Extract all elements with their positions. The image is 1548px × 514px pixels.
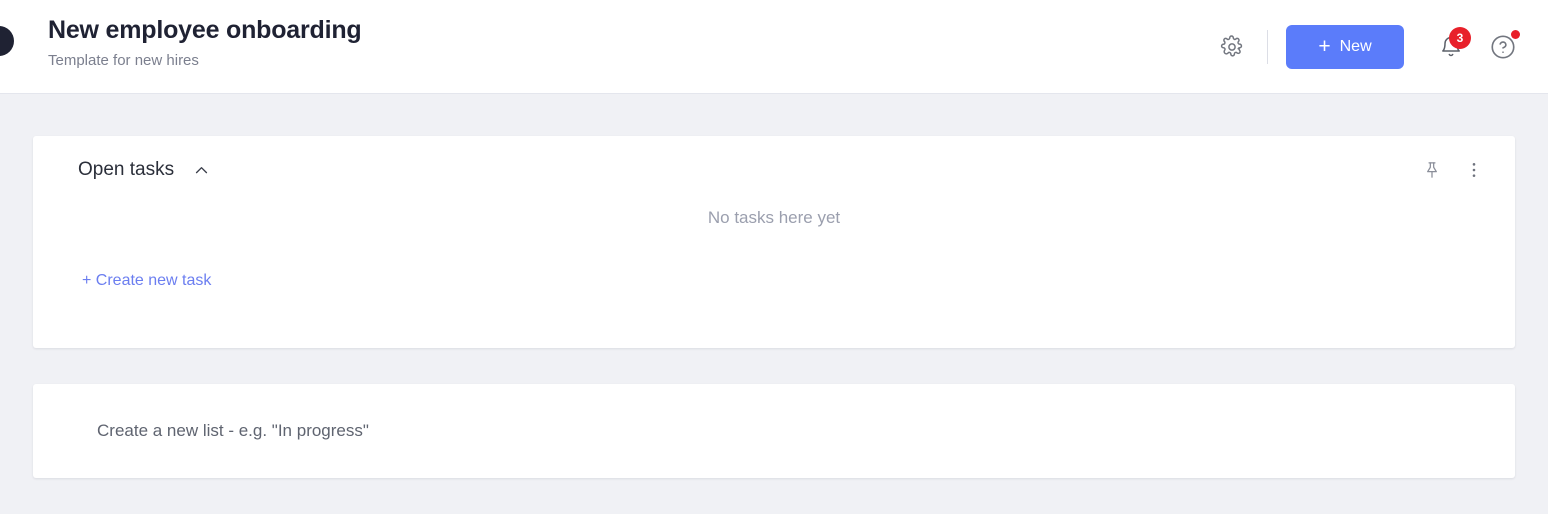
help-button[interactable] [1484,28,1522,66]
create-task-row: + Create new task [33,230,1515,292]
new-button[interactable]: + New [1286,25,1404,69]
gear-icon [1220,35,1243,57]
new-list-inner: Create a new list - e.g. "In progress" [33,384,1515,478]
main-content: Open tasks No tasks here yet + Create ne… [0,94,1548,514]
list-more-options-button[interactable] [1455,151,1493,189]
more-vertical-icon [1472,163,1476,177]
new-button-label: New [1339,38,1372,55]
sidebar-toggle-circle-icon[interactable] [0,26,14,56]
header-actions: + New 3 [1213,0,1522,94]
help-alert-dot [1511,30,1520,39]
header-divider [1267,30,1268,64]
app-header: New employee onboarding Template for new… [0,0,1548,94]
collapse-list-button[interactable] [188,157,214,183]
plus-icon: + [1318,34,1331,58]
open-tasks-card: Open tasks No tasks here yet + Create ne… [33,136,1515,348]
title-block: New employee onboarding Template for new… [48,14,362,72]
notifications-badge: 3 [1449,27,1471,49]
empty-state-message: No tasks here yet [707,208,841,227]
open-tasks-header: Open tasks [33,136,1515,204]
new-list-card[interactable]: Create a new list - e.g. "In progress" [33,384,1515,478]
page-title: New employee onboarding [48,16,362,44]
settings-button[interactable] [1213,28,1251,66]
chevron-up-icon [195,166,207,173]
new-list-input[interactable]: Create a new list - e.g. "In progress" [97,419,369,443]
page-subtitle: Template for new hires [48,52,199,69]
app-root: New employee onboarding Template for new… [0,0,1548,514]
pin-icon [1427,162,1437,178]
open-tasks-title[interactable]: Open tasks [78,158,174,182]
create-new-task-button[interactable]: + Create new task [82,270,211,292]
pin-list-button[interactable] [1413,151,1451,189]
open-tasks-actions [1413,136,1493,204]
notifications-button[interactable]: 3 [1432,27,1471,66]
